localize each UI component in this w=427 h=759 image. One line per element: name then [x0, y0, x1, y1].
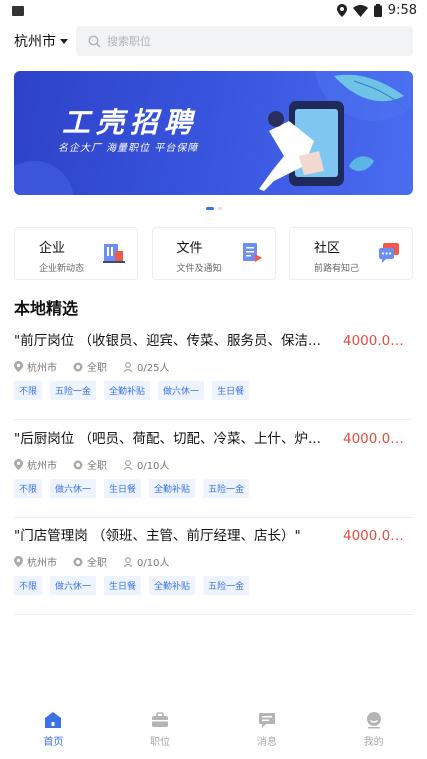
job-title: "门店管理岗 （领班、主管、前厅经理、店长）" — [14, 528, 301, 544]
chat-icon — [379, 243, 399, 263]
top-bar: 杭州市 — [14, 26, 413, 56]
job-card[interactable]: "门店管理岗 （领班、主管、前厅经理、店长）" 4000.0元... 杭州市 全职 0/… — [14, 518, 413, 615]
job-tag: 做六休一 — [50, 479, 97, 498]
job-headcount: 0/10人 — [137, 558, 170, 569]
briefcase-icon — [152, 712, 169, 727]
clock: 9:58 — [387, 3, 417, 18]
job-tag: 五险一金 — [50, 381, 97, 400]
status-icons: 9:58 — [336, 3, 417, 18]
job-salary: 4000.0元... — [343, 333, 413, 349]
job-tag: 全勤补贴 — [104, 381, 151, 400]
quick-link-title: 文件 — [176, 241, 203, 256]
carousel-dot — [217, 207, 222, 210]
quick-link-subtitle: 前路有知己 — [314, 264, 360, 274]
quick-link-title: 社区 — [314, 241, 341, 256]
quick-link-files[interactable]: 文件 文件及通知 — [151, 227, 276, 280]
company-icon — [103, 244, 125, 263]
tab-label: 我的 — [363, 737, 384, 748]
job-tag: 生日餐 — [104, 576, 142, 595]
job-tags: 不限 五险一金 全勤补贴 做六休一 生日餐 — [14, 381, 250, 400]
job-salary: 4000.0元... — [343, 528, 413, 544]
tab-jobs[interactable]: 职位 — [107, 700, 214, 759]
quick-link-subtitle: 文件及通知 — [176, 264, 222, 274]
location-icon — [14, 361, 23, 372]
home-icon — [45, 712, 62, 728]
job-salary: 4000.0元... — [343, 431, 413, 447]
promo-banner[interactable]: 工壳招聘 名企大厂 海量职位 平台保障 — [14, 71, 413, 195]
job-headcount: 0/25人 — [137, 363, 170, 374]
quick-link-community[interactable]: 社区 前路有知己 — [289, 227, 413, 280]
notification-icon — [12, 6, 24, 16]
job-tag: 生日餐 — [212, 381, 250, 400]
job-headcount: 0/10人 — [137, 461, 170, 472]
city-selector[interactable]: 杭州市 — [14, 31, 76, 51]
tab-bar: 首页 职位 消息 我的 — [0, 700, 427, 759]
job-tag: 不限 — [14, 479, 43, 498]
banner-subtitle: 名企大厂 海量职位 平台保障 — [58, 143, 199, 154]
job-meta: 杭州市 全职 0/25人 — [14, 359, 169, 374]
tab-profile[interactable]: 我的 — [320, 700, 427, 759]
quick-link-company[interactable]: 企业 企业新动态 — [14, 227, 138, 280]
job-tag: 五险一金 — [203, 479, 250, 498]
job-city: 杭州市 — [27, 363, 57, 374]
job-type: 全职 — [87, 558, 107, 569]
quick-links: 企业 企业新动态 文件 文件及通知 社区 前路有知己 — [14, 227, 413, 280]
job-meta: 杭州市 全职 0/10人 — [14, 554, 169, 569]
job-tag: 不限 — [14, 381, 43, 400]
tab-messages[interactable]: 消息 — [214, 700, 321, 759]
carousel-dot-active — [205, 207, 214, 210]
job-card[interactable]: "前厅岗位 （收银员、迎宾、传菜、服务员、保洁... 4000.0元... 杭州市全… — [14, 323, 413, 420]
job-type: 全职 — [87, 363, 107, 374]
job-type: 全职 — [87, 461, 107, 472]
job-tag: 做六休一 — [158, 381, 205, 400]
job-type-icon — [73, 362, 83, 371]
job-tags: 不限 做六休一 生日餐 全勤补贴 五险一金 — [14, 479, 250, 498]
job-tag: 做六休一 — [50, 576, 97, 595]
tab-label: 职位 — [150, 737, 171, 748]
status-bar: 9:58 — [0, 0, 427, 24]
job-tag: 生日餐 — [104, 479, 142, 498]
job-meta: 杭州市 全职 0/10人 — [14, 457, 169, 472]
tab-home[interactable]: 首页 — [0, 700, 107, 759]
message-icon — [258, 713, 275, 728]
job-card[interactable]: "后厨岗位 （吧员、荷配、切配、冷菜、上什、炉... 4000.0元... 杭州市全… — [14, 421, 413, 518]
search-icon — [88, 34, 101, 47]
location-icon — [14, 556, 23, 567]
job-title: "后厨岗位 （吧员、荷配、切配、冷菜、上什、炉... — [14, 431, 321, 447]
wifi-icon — [352, 4, 368, 17]
person-icon — [123, 459, 133, 470]
carousel-indicator — [0, 207, 427, 210]
job-city: 杭州市 — [27, 558, 57, 569]
profile-icon — [366, 712, 381, 729]
location-icon — [14, 459, 23, 470]
location-icon — [336, 4, 347, 17]
quick-link-subtitle: 企业新动态 — [39, 264, 85, 274]
battery-icon — [373, 4, 382, 17]
job-tag: 五险一金 — [203, 576, 250, 595]
job-type-icon — [73, 460, 83, 469]
job-tag: 不限 — [14, 576, 43, 595]
city-label: 杭州市 — [14, 34, 56, 50]
caret-down-icon — [60, 38, 68, 44]
job-city: 杭州市 — [27, 461, 57, 472]
person-icon — [123, 361, 133, 372]
search-box[interactable] — [76, 26, 413, 56]
tab-label: 消息 — [256, 737, 277, 748]
section-title: 本地精选 — [14, 299, 79, 318]
tab-label: 首页 — [43, 737, 64, 748]
search-input[interactable] — [107, 34, 327, 48]
quick-link-title: 企业 — [39, 241, 66, 256]
job-title: "前厅岗位 （收银员、迎宾、传菜、服务员、保洁... — [14, 333, 321, 349]
job-tags: 不限 做六休一 生日餐 全勤补贴 五险一金 — [14, 576, 250, 595]
banner-title: 工壳招聘 — [62, 106, 199, 139]
person-icon — [123, 556, 133, 567]
job-type-icon — [73, 557, 83, 566]
job-tag: 全勤补贴 — [149, 479, 196, 498]
document-icon — [242, 243, 262, 262]
job-tag: 全勤补贴 — [149, 576, 196, 595]
